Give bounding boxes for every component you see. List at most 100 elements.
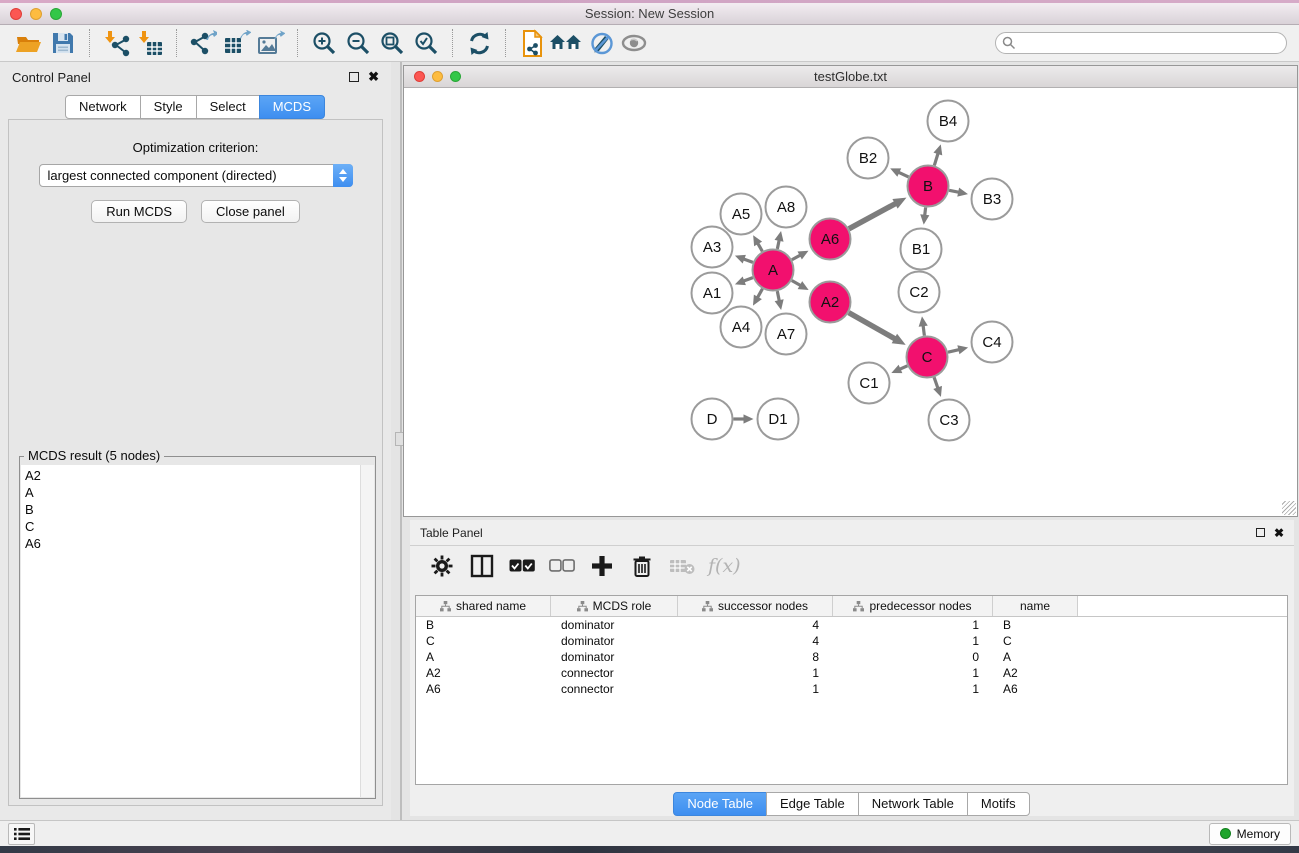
add-column-button[interactable] (582, 549, 622, 583)
result-item[interactable]: C (21, 518, 360, 535)
edge-B-B2[interactable] (890, 168, 908, 177)
result-item[interactable]: A (21, 484, 360, 501)
edge-A-A5[interactable] (753, 235, 762, 251)
tab-edge-table[interactable]: Edge Table (766, 792, 859, 816)
column-header[interactable]: MCDS role (551, 596, 678, 616)
open-file-button[interactable] (12, 27, 46, 59)
node-A8[interactable]: A8 (766, 187, 807, 228)
node-B1[interactable]: B1 (901, 229, 942, 270)
search-field[interactable] (995, 32, 1287, 54)
run-mcds-button[interactable]: Run MCDS (91, 200, 187, 223)
hide-labels-button[interactable] (583, 27, 617, 59)
node-A5[interactable]: A5 (721, 194, 762, 235)
result-item[interactable]: B (21, 501, 360, 518)
window-resize-grip[interactable] (1282, 501, 1296, 515)
edge-B-B1[interactable] (920, 207, 929, 224)
node-A2[interactable]: A2 (810, 282, 851, 323)
refresh-view-button[interactable] (462, 27, 496, 59)
function-builder-button[interactable]: f(x) (702, 549, 747, 583)
edge-B-B3[interactable] (949, 188, 968, 197)
edge-A6-B[interactable] (849, 198, 907, 229)
search-input[interactable] (1020, 34, 1286, 52)
node-A[interactable]: A (753, 250, 794, 291)
node-B[interactable]: B (908, 166, 949, 207)
edge-A2-C[interactable] (849, 313, 906, 345)
tab-motifs[interactable]: Motifs (967, 792, 1030, 816)
result-item[interactable]: A2 (21, 467, 360, 484)
column-header[interactable]: successor nodes (678, 596, 833, 616)
export-image-button[interactable] (254, 27, 288, 59)
edge-A-A7[interactable] (775, 291, 784, 310)
float-panel-icon[interactable] (349, 72, 359, 82)
delete-table-button[interactable] (662, 549, 702, 583)
select-all-button[interactable] (502, 549, 542, 583)
export-network-button[interactable] (186, 27, 220, 59)
edge-C-C3[interactable] (933, 377, 942, 397)
edge-C-C4[interactable] (948, 345, 968, 354)
column-header[interactable]: name (993, 596, 1078, 616)
node-C1[interactable]: C1 (849, 363, 890, 404)
close-panel-button[interactable]: Close panel (201, 200, 300, 223)
import-table-button[interactable] (133, 27, 167, 59)
column-layout-button[interactable] (462, 549, 502, 583)
node-B3[interactable]: B3 (972, 179, 1013, 220)
delete-column-button[interactable] (622, 549, 662, 583)
tab-mcds[interactable]: MCDS (259, 95, 325, 119)
column-header[interactable]: predecessor nodes (833, 596, 993, 616)
edge-A-A3[interactable] (735, 255, 753, 264)
table-row[interactable]: Adominator80A (416, 649, 1287, 665)
task-history-button[interactable] (8, 823, 35, 845)
zoom-selected-button[interactable] (409, 27, 443, 59)
tab-network-table[interactable]: Network Table (858, 792, 968, 816)
node-B2[interactable]: B2 (848, 138, 889, 179)
table-row[interactable]: A2connector11A2 (416, 665, 1287, 681)
tab-network[interactable]: Network (65, 95, 141, 119)
result-item[interactable]: A6 (21, 535, 360, 552)
close-table-panel-icon[interactable]: ✖ (1274, 528, 1284, 538)
edge-B-B4[interactable] (933, 144, 942, 165)
node-D1[interactable]: D1 (758, 399, 799, 440)
network-from-file-button[interactable] (515, 27, 549, 59)
edge-A-A2[interactable] (792, 281, 809, 290)
network-canvas[interactable]: B4B2BB3A5A8A6B1A3AA1C2A2A4A7C4CC1C3DD1 (404, 88, 1297, 516)
edge-C-C1[interactable] (891, 365, 907, 373)
result-scrollbar[interactable] (360, 465, 374, 797)
edge-A-A4[interactable] (753, 289, 762, 306)
tab-select[interactable]: Select (196, 95, 260, 119)
node-A3[interactable]: A3 (692, 227, 733, 268)
node-A4[interactable]: A4 (721, 307, 762, 348)
edge-A-A8[interactable] (775, 231, 784, 249)
network-graph[interactable]: B4B2BB3A5A8A6B1A3AA1C2A2A4A7C4CC1C3DD1 (404, 88, 1297, 516)
column-header[interactable]: shared name (416, 596, 551, 616)
edge-D-D1[interactable] (734, 414, 754, 423)
import-network-button[interactable] (99, 27, 133, 59)
zoom-out-button[interactable] (341, 27, 375, 59)
criterion-dropdown[interactable]: largest connected component (directed) (39, 164, 353, 187)
edge-C-C2[interactable] (919, 316, 928, 335)
zoom-fit-button[interactable] (375, 27, 409, 59)
node-C2[interactable]: C2 (899, 272, 940, 313)
edge-A-A6[interactable] (792, 251, 809, 260)
node-D[interactable]: D (692, 399, 733, 440)
node-C[interactable]: C (907, 337, 948, 378)
table-row[interactable]: A6connector11A6 (416, 681, 1287, 697)
float-table-panel-icon[interactable] (1256, 528, 1265, 537)
deselect-all-button[interactable] (542, 549, 582, 583)
node-A1[interactable]: A1 (692, 273, 733, 314)
node-C4[interactable]: C4 (972, 322, 1013, 363)
tab-style[interactable]: Style (140, 95, 197, 119)
table-row[interactable]: Bdominator41B (416, 617, 1287, 633)
export-table-button[interactable] (220, 27, 254, 59)
table-row[interactable]: Cdominator41C (416, 633, 1287, 649)
node-A7[interactable]: A7 (766, 314, 807, 355)
close-panel-icon[interactable]: ✖ (368, 72, 379, 82)
zoom-in-button[interactable] (307, 27, 341, 59)
save-session-button[interactable] (46, 27, 80, 59)
memory-button[interactable]: Memory (1209, 823, 1291, 845)
node-A6[interactable]: A6 (810, 219, 851, 260)
show-details-button[interactable] (617, 27, 651, 59)
tab-node-table[interactable]: Node Table (673, 792, 767, 816)
node-C3[interactable]: C3 (929, 400, 970, 441)
table-settings-button[interactable] (422, 549, 462, 583)
edge-A-A1[interactable] (735, 277, 753, 286)
